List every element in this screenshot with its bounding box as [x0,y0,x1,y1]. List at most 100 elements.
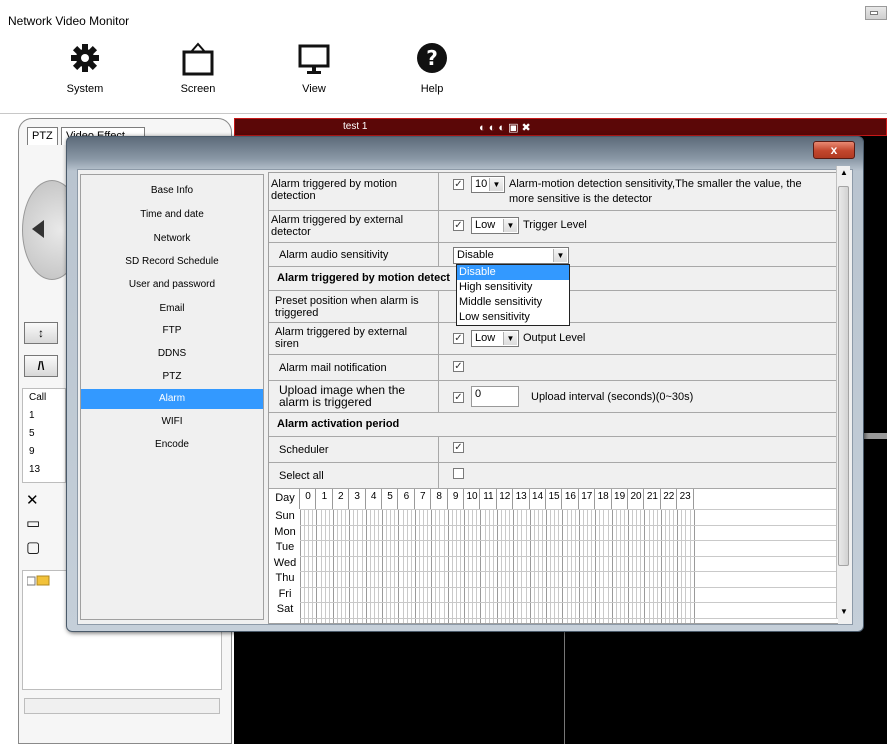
grid-hour-header[interactable]: 21 [644,491,660,502]
grid-line [451,509,453,623]
grid-day-label[interactable]: Sat [270,603,300,615]
grid-hour-header[interactable]: 13 [513,491,529,502]
nav-item-email[interactable]: Email [81,299,263,319]
zoom-button[interactable]: ↕ [24,322,58,344]
grid-hour-header[interactable]: 11 [480,491,496,502]
grid-hour-header[interactable]: 10 [464,491,480,502]
grid-line [587,509,588,623]
grid-day-label[interactable]: Wed [270,557,300,569]
call-preset-5[interactable]: 5 [23,425,65,443]
upload-image-checkbox[interactable]: ✓ [453,392,464,403]
focus-button[interactable]: /\ [24,355,58,377]
motion-sensitivity-select[interactable]: 10 ▼ [471,176,505,193]
select-all-checkbox[interactable] [453,468,464,479]
video-title-bar: test 1 ◐ ◐ ◐ ▣ ✖ [234,118,887,136]
tab-ptz[interactable]: PTZ [27,127,58,145]
grid-hour-header[interactable]: 0 [300,491,316,502]
grid-line [345,509,347,623]
output-level-select[interactable]: Low ▼ [471,330,519,347]
grid-hour-header[interactable]: 18 [595,491,611,502]
grid-day-label[interactable]: Fri [270,588,300,600]
nav-item-network[interactable]: Network [81,229,263,249]
external-siren-checkbox[interactable]: ✓ [453,333,464,344]
audio-option-low[interactable]: Low sensitivity [457,310,569,325]
nav-item-ptz[interactable]: PTZ [81,367,263,387]
grid-hour-header[interactable]: 3 [349,491,365,502]
grid-line [300,524,838,526]
audio-option-middle[interactable]: Middle sensitivity [457,295,569,310]
restore-window-button[interactable] [865,6,887,20]
grid-line [611,509,613,623]
toolbar-help-button[interactable]: ? Help [397,40,467,95]
toolbar-view-button[interactable]: View [279,40,349,95]
audio-option-high[interactable]: High sensitivity [457,280,569,295]
grid-hour-header[interactable]: 9 [448,491,464,502]
form-vertical-scrollbar[interactable]: ▲ ▼ [836,166,850,618]
grid-line [505,509,506,623]
scheduler-checkbox[interactable]: ✓ [453,442,464,453]
tree-horizontal-scrollbar[interactable] [24,698,220,714]
grid-line [640,509,642,623]
nav-item-time-date[interactable]: Time and date [81,205,263,225]
copy-icon[interactable]: ▭ [26,516,42,532]
nav-item-base-info[interactable]: Base Info [81,181,263,201]
audio-sensitivity-select[interactable]: Disable ▼ [453,247,569,264]
toolbar-system-button[interactable]: System [50,40,120,95]
grid-header-divider [348,489,350,509]
grid-line [574,509,576,623]
scroll-down-icon[interactable]: ▼ [839,607,849,616]
grid-hour-header[interactable]: 20 [628,491,644,502]
nav-item-encode[interactable]: Encode [81,435,263,455]
call-preset-13[interactable]: 13 [23,461,65,479]
nav-item-sd-record[interactable]: SD Record Schedule [81,252,263,272]
grid-day-label[interactable]: Sun [270,510,300,522]
audio-sensitivity-dropdown[interactable]: Disable High sensitivity Middle sensitiv… [456,264,570,326]
call-label: Call [29,392,47,403]
grid-hour-header[interactable]: 4 [366,491,382,502]
nav-item-ddns[interactable]: DDNS [81,344,263,364]
call-preset-9[interactable]: 9 [23,443,65,461]
grid-line [349,509,351,623]
motion-detection-checkbox[interactable]: ✓ [453,179,464,190]
grid-hour-header[interactable]: 16 [562,491,578,502]
trigger-level-select[interactable]: Low ▼ [471,217,519,234]
grid-day-label[interactable]: Thu [270,572,300,584]
upload-interval-input[interactable]: 0 [471,386,519,407]
grid-day-label[interactable]: Mon [270,526,300,538]
scroll-up-icon[interactable]: ▲ [839,168,849,177]
mail-notification-checkbox[interactable]: ✓ [453,361,464,372]
grid-hour-header[interactable]: 15 [546,491,562,502]
nav-item-ftp[interactable]: FTP [81,321,263,341]
grid-line [418,509,420,623]
grid-hour-header[interactable]: 22 [661,491,677,502]
grid-hour-header[interactable]: 6 [398,491,414,502]
audio-option-disable[interactable]: Disable [457,265,569,280]
nav-item-user-password[interactable]: User and password [81,275,263,295]
scroll-thumb[interactable] [838,186,849,566]
grid-header-divider [430,489,432,509]
dialog-close-button[interactable]: x [813,141,855,159]
grid-hour-header[interactable]: 1 [316,491,332,502]
toolbar-screen-button[interactable]: Screen [163,40,233,95]
ptz-left-arrow-icon[interactable] [32,220,44,238]
nav-item-wifi[interactable]: WIFI [81,412,263,432]
external-detector-checkbox[interactable]: ✓ [453,220,464,231]
grid-hour-header[interactable]: 12 [497,491,513,502]
grid-header-divider [528,489,530,509]
grid-hour-header[interactable]: 23 [677,491,693,502]
grid-hour-header[interactable]: 17 [579,491,595,502]
grid-hour-header[interactable]: 5 [382,491,398,502]
grid-hour-header[interactable]: 14 [530,491,546,502]
grid-hour-header[interactable]: 8 [431,491,447,502]
tools-icon[interactable]: ✕ [26,493,42,509]
grid-hour-header[interactable]: 19 [612,491,628,502]
nav-item-alarm[interactable]: Alarm [81,389,263,409]
grid-day-label[interactable]: Tue [270,541,300,553]
tv-icon[interactable]: ▢ [26,540,42,556]
grid-hour-header[interactable]: 7 [415,491,431,502]
schedule-grid[interactable]: Day 0 1 2 3 4 5 6 7 8 9 10 11 12 13 14 15 16 17 18 19 20 21 22… [270,489,838,623]
grid-hour-header[interactable]: 2 [333,491,349,502]
video-control-icons[interactable]: ◐ ◐ ◐ ▣ ✖ [479,121,531,134]
call-preset-1[interactable]: 1 [23,407,65,425]
grid-line [607,509,609,623]
